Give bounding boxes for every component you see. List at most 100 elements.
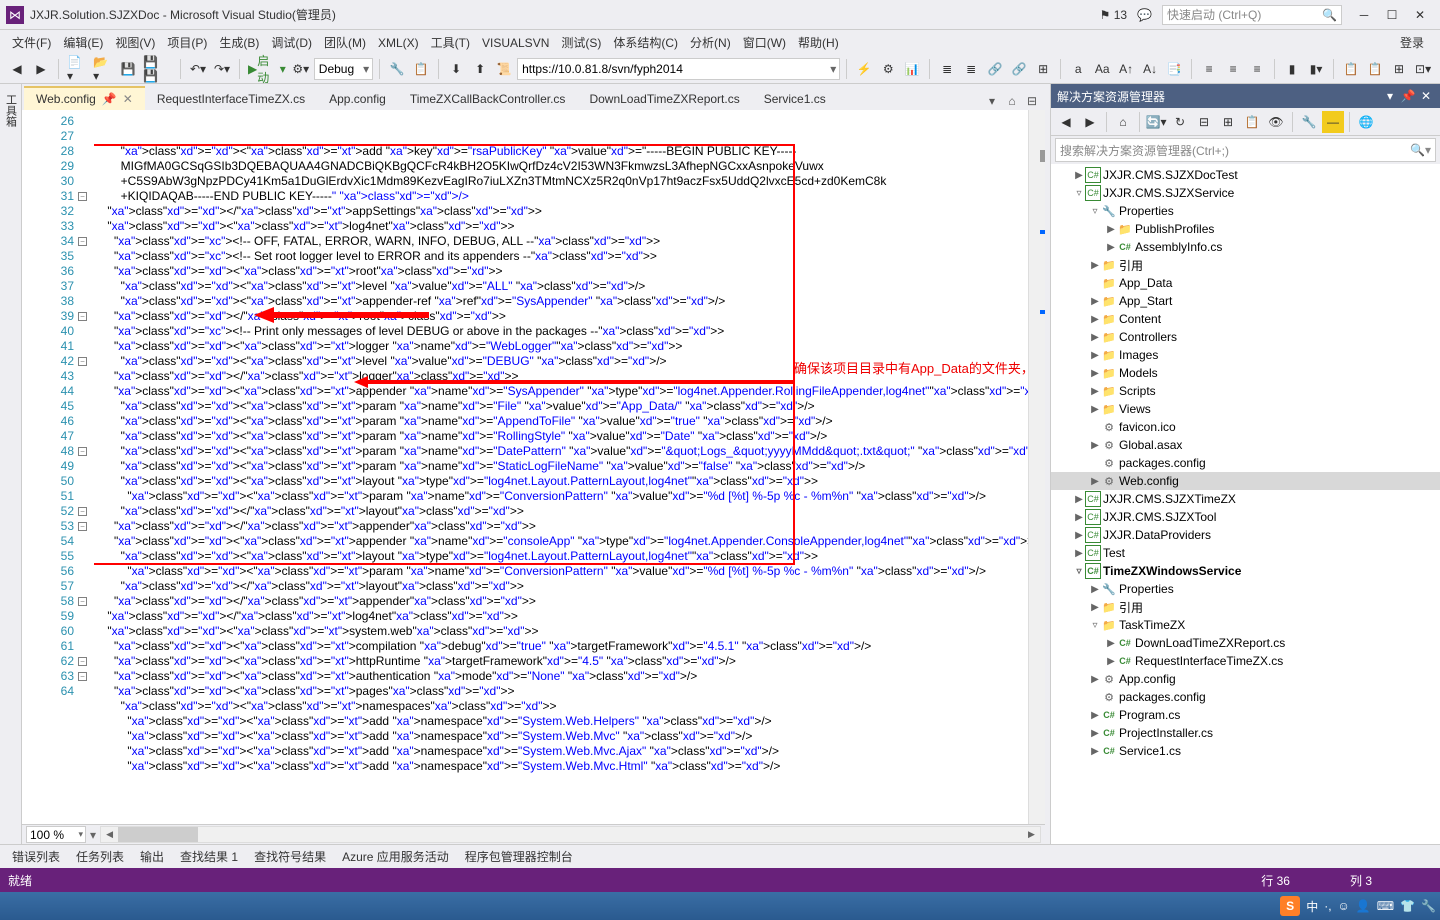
tree-twisty-icon[interactable]: ▶ — [1089, 476, 1101, 487]
se-fwd-button[interactable]: ▶ — [1079, 111, 1101, 133]
tree-twisty-icon[interactable]: ▶ — [1073, 530, 1085, 541]
tree-item[interactable]: ▶C#JXJR.CMS.SJZXTimeZX — [1051, 490, 1440, 508]
tray-icon[interactable]: 🔧 — [1421, 899, 1436, 913]
menu-体系结构[interactable]: 体系结构(C) — [607, 33, 684, 53]
tree-item[interactable]: ▶⚙Web.config — [1051, 472, 1440, 490]
fold-toggle[interactable]: − — [78, 192, 87, 201]
tab-split-button[interactable]: ⊟ — [1023, 92, 1041, 110]
tree-item[interactable]: ▶📁引用 — [1051, 598, 1440, 616]
tree-item[interactable]: ▶C#JXJR.DataProviders — [1051, 526, 1440, 544]
toolbar-z4[interactable]: ▮ — [1281, 58, 1303, 80]
code-editor-body[interactable]: "xa">class"xd">="xd"><"xa">class"xd">="x… — [94, 110, 1028, 824]
menu-文件[interactable]: 文件(F) — [6, 33, 57, 53]
tree-twisty-icon[interactable]: ▶ — [1089, 368, 1101, 379]
tree-twisty-icon[interactable]: ▶ — [1089, 710, 1101, 721]
toolbar-x1[interactable]: ⚡ — [853, 58, 875, 80]
tree-item[interactable]: ▶C#Test — [1051, 544, 1440, 562]
minimize-button[interactable]: ─ — [1350, 4, 1378, 26]
toolbar-z3[interactable]: ≡ — [1246, 58, 1268, 80]
tree-item[interactable]: ▶C#Program.cs — [1051, 706, 1440, 724]
fold-toggle[interactable]: − — [78, 447, 87, 456]
tree-item[interactable]: ▶C#AssemblyInfo.cs — [1051, 238, 1440, 256]
solution-search-input[interactable]: 搜索解决方案资源管理器(Ctrl+;) 🔍▾ — [1055, 138, 1436, 162]
tree-item[interactable]: ▶🔧Properties — [1051, 580, 1440, 598]
doc-tab[interactable]: DownLoadTimeZXReport.cs — [577, 86, 751, 110]
doc-tab[interactable]: Service1.cs — [752, 86, 838, 110]
ime-lang-indicator[interactable]: 中 — [1306, 898, 1318, 915]
notification-flag-icon[interactable]: ⚑ 13 — [1100, 8, 1127, 22]
tree-item[interactable]: ▶C#DownLoadTimeZXReport.cs — [1051, 634, 1440, 652]
maximize-button[interactable]: ☐ — [1378, 4, 1406, 26]
redo-button[interactable]: ↷▾ — [211, 58, 233, 80]
tree-item[interactable]: ▶⚙Global.asax — [1051, 436, 1440, 454]
tree-item[interactable]: 📁App_Data — [1051, 274, 1440, 292]
bottom-tab[interactable]: 错误列表 — [4, 845, 68, 868]
tree-twisty-icon[interactable]: ▶ — [1089, 728, 1101, 739]
tree-twisty-icon[interactable]: ▶ — [1105, 224, 1117, 235]
save-button[interactable]: 💾 — [117, 58, 139, 80]
fold-toggle[interactable]: − — [78, 357, 87, 366]
tree-item[interactable]: ▿🔧Properties — [1051, 202, 1440, 220]
zoom-dropdown[interactable]: 100 % — [26, 826, 86, 843]
bottom-tab[interactable]: 任务列表 — [68, 845, 132, 868]
toolbar-z5[interactable]: ▮▾ — [1305, 58, 1327, 80]
tray-icon[interactable]: 👤 — [1356, 899, 1371, 913]
toolbar-z1[interactable]: ≡ — [1198, 58, 1220, 80]
tree-item[interactable]: ▿C#JXJR.CMS.SJZXService — [1051, 184, 1440, 202]
tree-item[interactable]: ▶📁Controllers — [1051, 328, 1440, 346]
menu-分析[interactable]: 分析(N) — [684, 33, 737, 53]
svn-url-dropdown[interactable]: https://10.0.81.8/svn/fyph2014 — [517, 58, 840, 80]
start-debug-button[interactable]: ▶ 启动 ▾ — [246, 58, 288, 80]
doc-tab[interactable]: Web.config📌✕ — [24, 86, 145, 110]
se-world-button[interactable]: 🌐 — [1355, 111, 1377, 133]
toolbar-z7[interactable]: 📋 — [1364, 58, 1386, 80]
tree-twisty-icon[interactable]: ▶ — [1073, 512, 1085, 523]
tab-home-button[interactable]: ⌂ — [1003, 92, 1021, 110]
toolbar-btn-a[interactable]: 🔧 — [386, 58, 408, 80]
tree-item[interactable]: ▶C#JXJR.CMS.SJZXTool — [1051, 508, 1440, 526]
menu-窗口[interactable]: 窗口(W) — [737, 33, 792, 53]
tree-twisty-icon[interactable]: ▶ — [1105, 638, 1117, 649]
horizontal-scrollbar[interactable]: ◀ ▶ — [100, 826, 1041, 843]
debug-target-button[interactable]: ⚙▾ — [290, 58, 312, 80]
doc-tab[interactable]: TimeZXCallBackController.cs — [398, 86, 578, 110]
toolbar-z2[interactable]: ≡ — [1222, 58, 1244, 80]
bottom-tab[interactable]: 查找结果 1 — [172, 845, 246, 868]
se-properties-button[interactable]: 📋 — [1241, 111, 1263, 133]
se-home-button[interactable]: ⌂ — [1112, 111, 1134, 133]
vertical-scrollbar[interactable] — [1028, 110, 1045, 824]
tree-item[interactable]: ▶📁App_Start — [1051, 292, 1440, 310]
svn-update-button[interactable]: ⬇ — [445, 58, 467, 80]
toolbar-x6[interactable]: 🔗 — [984, 58, 1006, 80]
tree-item[interactable]: ▿📁TaskTimeZX — [1051, 616, 1440, 634]
se-collapse-button[interactable]: ⊟ — [1193, 111, 1215, 133]
tree-twisty-icon[interactable]: ▶ — [1089, 350, 1101, 361]
menu-生成[interactable]: 生成(B) — [213, 33, 265, 53]
menu-工具[interactable]: 工具(T) — [425, 33, 476, 53]
toolbar-y3[interactable]: A↑ — [1115, 58, 1137, 80]
menu-测试[interactable]: 测试(S) — [555, 33, 607, 53]
feedback-icon[interactable]: 💬 — [1137, 8, 1152, 22]
toolbox-tab[interactable]: 工具箱 — [1, 88, 21, 133]
fold-toggle[interactable]: − — [78, 597, 87, 606]
se-highlight-button[interactable]: — — [1322, 111, 1344, 133]
toolbar-x4[interactable]: ≣ — [936, 58, 958, 80]
se-wrench-button[interactable]: 🔧 — [1298, 111, 1320, 133]
open-file-button[interactable]: 📂▾ — [91, 58, 115, 80]
menu-帮助[interactable]: 帮助(H) — [792, 33, 845, 53]
menu-项目[interactable]: 项目(P) — [161, 33, 213, 53]
tree-twisty-icon[interactable]: ▶ — [1105, 656, 1117, 667]
menu-调试[interactable]: 调试(D) — [265, 33, 318, 53]
tree-item[interactable]: ▶C#RequestInterfaceTimeZX.cs — [1051, 652, 1440, 670]
tree-item[interactable]: ▶C#ProjectInstaller.cs — [1051, 724, 1440, 742]
toolbar-x3[interactable]: 📊 — [901, 58, 923, 80]
bottom-tab[interactable]: 输出 — [132, 845, 172, 868]
tree-twisty-icon[interactable]: ▶ — [1089, 404, 1101, 415]
tree-twisty-icon[interactable]: ▶ — [1089, 602, 1101, 613]
toolbar-x2[interactable]: ⚙ — [877, 58, 899, 80]
tree-twisty-icon[interactable]: ▶ — [1089, 584, 1101, 595]
doc-tab[interactable]: App.config — [317, 86, 398, 110]
tree-twisty-icon[interactable]: ▿ — [1089, 620, 1101, 631]
tree-twisty-icon[interactable]: ▶ — [1089, 296, 1101, 307]
fold-toggle[interactable]: − — [78, 657, 87, 666]
